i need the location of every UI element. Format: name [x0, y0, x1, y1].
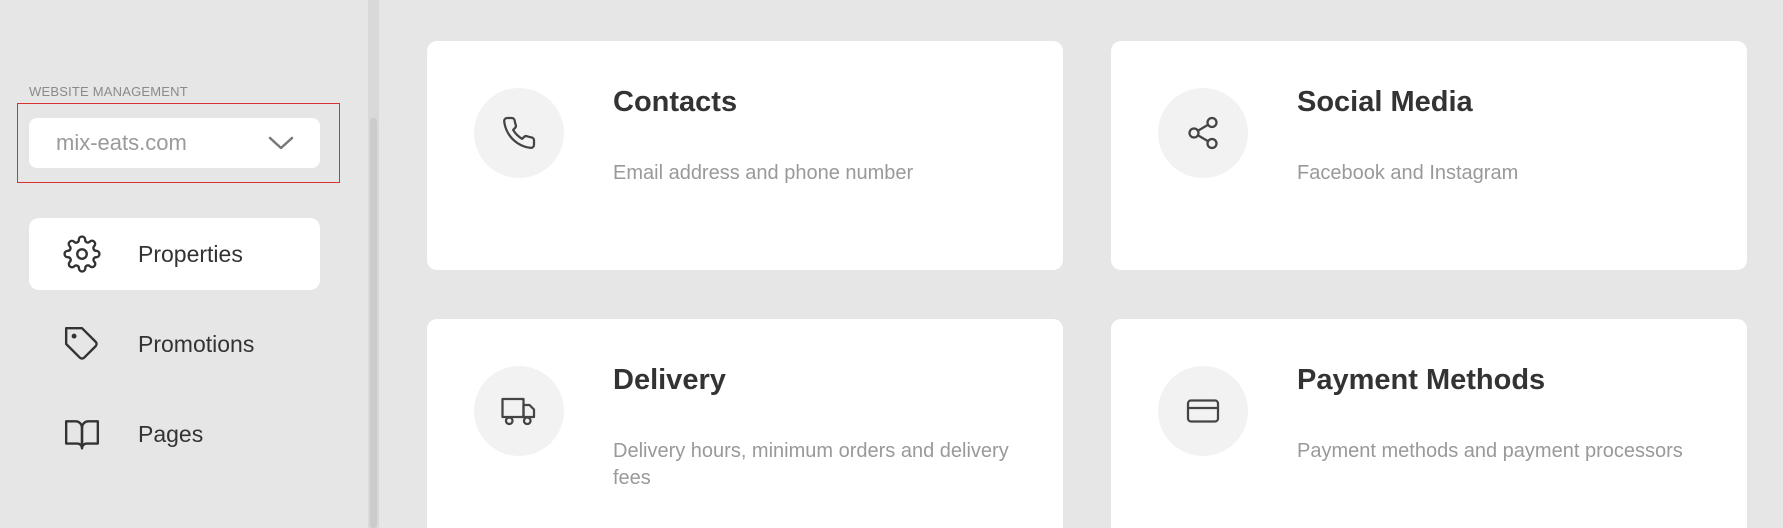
sidebar-item-label: Pages	[138, 420, 204, 447]
phone-icon	[474, 88, 564, 178]
card-title: Payment Methods	[1297, 364, 1546, 396]
card-title: Contacts	[613, 86, 738, 118]
card-description: Delivery hours, minimum orders and deliv…	[613, 440, 1009, 489]
app: WEBSITE MANAGEMENT mix-eats.com Properti…	[0, 0, 1783, 528]
card-payment-methods[interactable]: Payment Methods Payment methods and paym…	[1111, 319, 1747, 528]
tag-icon	[63, 325, 101, 363]
credit-card-icon	[1158, 366, 1248, 456]
truck-icon	[474, 366, 564, 456]
card-description: Facebook and Instagram	[1297, 162, 1519, 184]
sidebar-item-properties[interactable]: Properties	[29, 218, 320, 290]
chevron-down-icon	[268, 136, 294, 150]
section-label: WEBSITE MANAGEMENT	[29, 84, 188, 99]
sidebar-item-label: Promotions	[138, 330, 255, 357]
scrollbar-thumb[interactable]	[370, 118, 377, 528]
site-select-dropdown[interactable]: mix-eats.com	[29, 118, 320, 168]
sidebar-item-promotions[interactable]: Promotions	[29, 308, 320, 380]
card-delivery[interactable]: Delivery Delivery hours, minimum orders …	[427, 319, 1063, 528]
card-title: Delivery	[613, 364, 726, 396]
book-icon	[63, 415, 101, 453]
share-icon	[1158, 88, 1248, 178]
card-title: Social Media	[1297, 86, 1473, 118]
card-description: Email address and phone number	[613, 162, 914, 184]
gear-icon	[63, 235, 101, 273]
sidebar-item-pages[interactable]: Pages	[29, 398, 320, 470]
sidebar: WEBSITE MANAGEMENT mix-eats.com Properti…	[0, 0, 368, 528]
card-contacts[interactable]: Contacts Email address and phone number	[427, 41, 1063, 270]
sidebar-item-label: Properties	[138, 240, 243, 267]
sidebar-scrollbar[interactable]	[368, 0, 379, 528]
card-social-media[interactable]: Social Media Facebook and Instagram	[1111, 41, 1747, 270]
card-description: Payment methods and payment processors	[1297, 440, 1683, 462]
site-select-value: mix-eats.com	[56, 130, 187, 155]
